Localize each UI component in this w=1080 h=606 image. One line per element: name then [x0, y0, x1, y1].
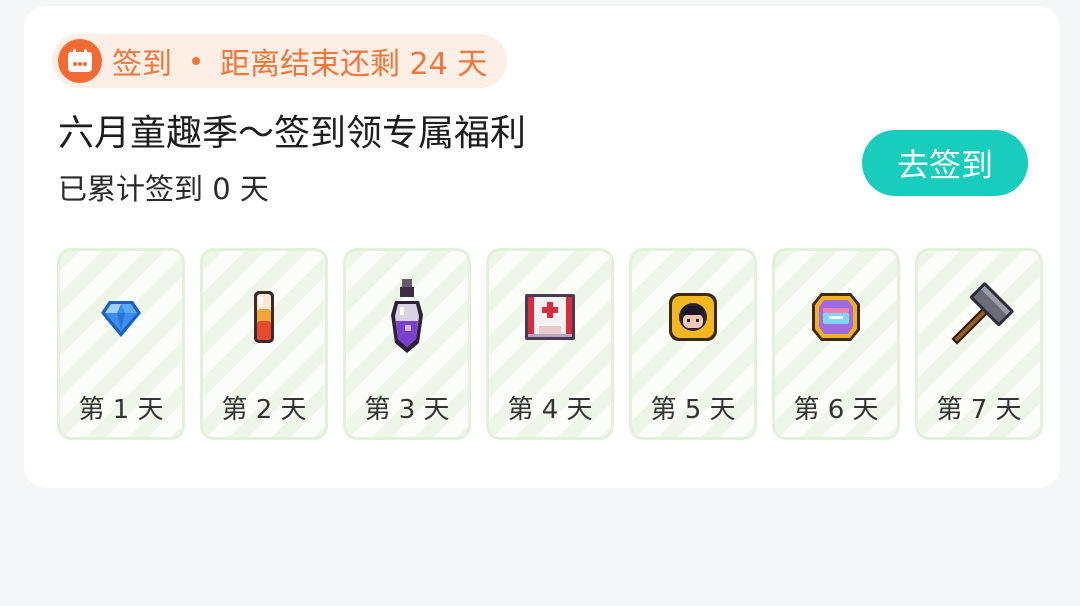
avatar-frame-icon: [657, 281, 729, 353]
go-checkin-button[interactable]: 去签到: [862, 130, 1028, 196]
calendar-icon: [58, 39, 102, 83]
purple-potion-bottle-icon: [371, 279, 443, 353]
page-title: 六月童趣季～签到领专属福利: [58, 113, 527, 154]
countdown-text: 距离结束还剩 24 天: [220, 47, 488, 82]
separator-dot: [192, 57, 200, 65]
day-label: 第 4 天: [507, 395, 593, 425]
day-card-4[interactable]: 第 4 天: [486, 248, 614, 440]
day-card-7[interactable]: 第 7 天: [915, 248, 1043, 440]
day-card-1[interactable]: 第 1 天: [57, 248, 185, 440]
blue-gem-icon: [85, 281, 157, 353]
day-card-5[interactable]: 第 5 天: [629, 248, 757, 440]
day-label: 第 7 天: [936, 395, 1022, 425]
reward-days-list: 第 1 天 第 2 天 第 3 天 第 4 天 第 5 天 第 6 天 第 7 …: [57, 248, 1047, 444]
day-label: 第 1 天: [78, 395, 164, 425]
day-card-2[interactable]: 第 2 天: [200, 248, 328, 440]
potion-tube-icon: [228, 281, 300, 353]
day-card-3[interactable]: 第 3 天: [343, 248, 471, 440]
day-label: 第 2 天: [221, 395, 307, 425]
checkin-progress-text: 已累计签到 0 天: [58, 172, 269, 206]
checkin-card: 签到 距离结束还剩 24 天 六月童趣季～签到领专属福利 已累计签到 0 天 去…: [24, 6, 1060, 488]
hammer-icon: [943, 281, 1015, 353]
day-label: 第 5 天: [650, 395, 736, 425]
badge-label: 签到: [112, 47, 172, 82]
day-label: 第 3 天: [364, 395, 450, 425]
checkin-badge: 签到 距离结束还剩 24 天: [52, 34, 508, 88]
treasure-box-icon: [800, 281, 872, 353]
day-card-6[interactable]: 第 6 天: [772, 248, 900, 440]
medical-kit-icon: [514, 281, 586, 353]
day-label: 第 6 天: [793, 395, 879, 425]
